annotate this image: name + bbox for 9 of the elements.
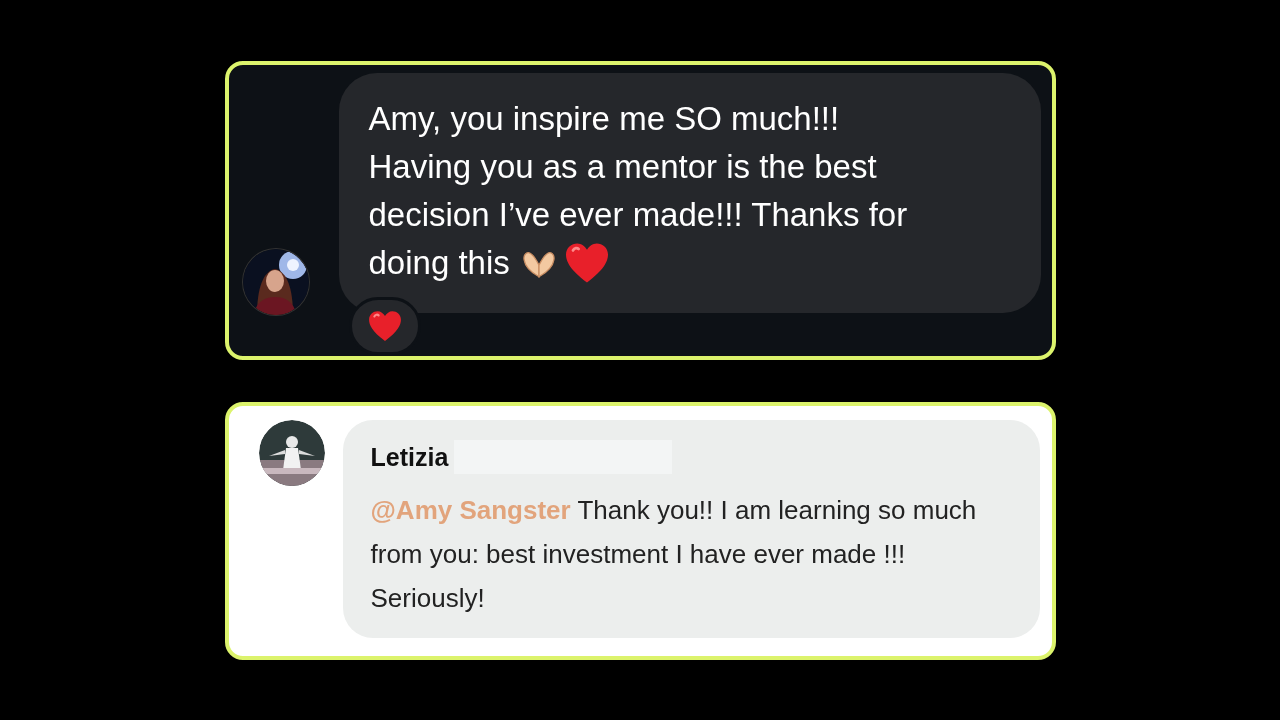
message-text: Having you as a mentor is the best <box>368 147 877 187</box>
message-text: doing this <box>368 243 510 283</box>
author-name: Letizia <box>370 442 449 472</box>
message-text: Amy, you inspire me SO much!!! <box>368 99 840 139</box>
comment-text: @Amy Sangster Thank you!! I am learning so much from you: best investment I have ever made !!! Seriously! <box>370 494 978 615</box>
heart-icon <box>563 242 610 284</box>
mention-link[interactable]: @Amy Sangster <box>370 495 571 525</box>
message-text: decision I’ve ever made!!! Thanks for <box>368 195 908 235</box>
heart-icon <box>367 310 402 342</box>
